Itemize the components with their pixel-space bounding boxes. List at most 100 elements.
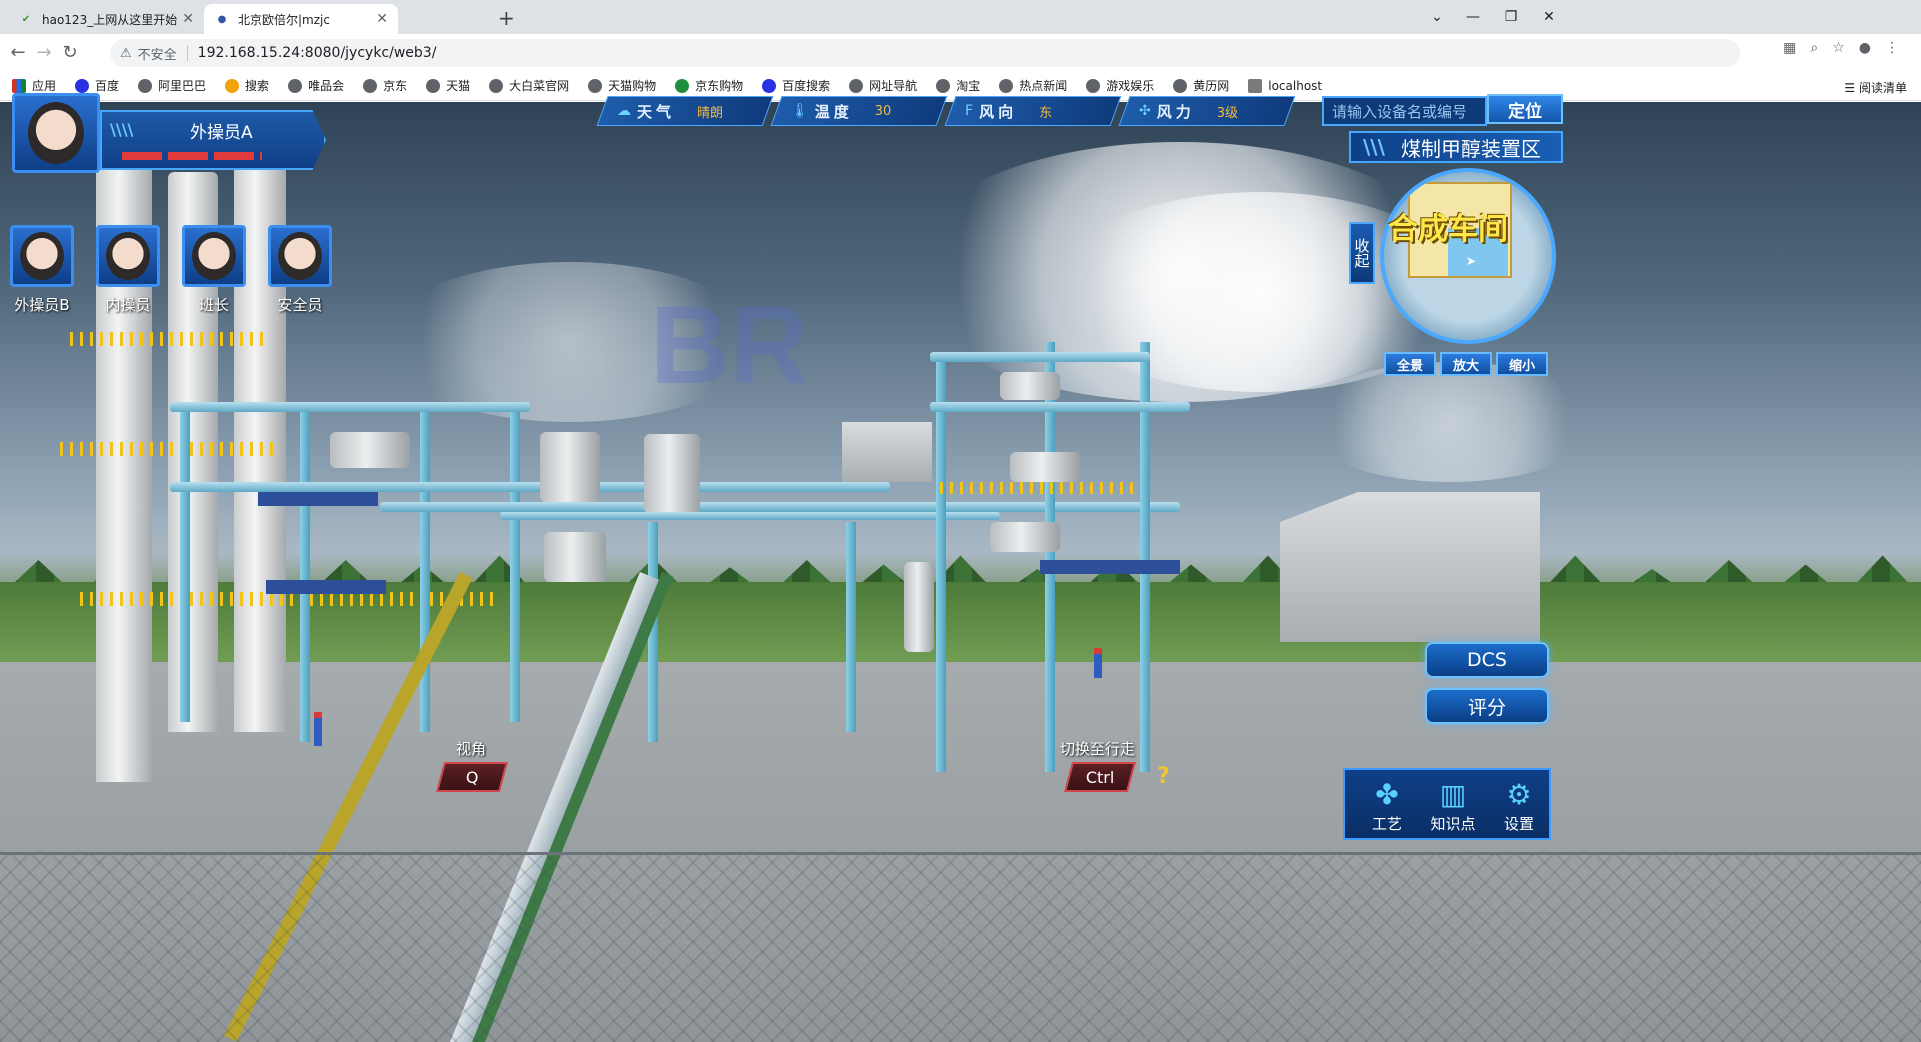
storage-tank[interactable] [644, 434, 700, 514]
team-avatar[interactable] [96, 225, 160, 287]
omnibox[interactable]: ⚠ 不安全 192.168.15.24:8080/jycykc/web3/ [110, 39, 1740, 67]
avatar-face [278, 232, 322, 280]
bookmark-label: 网址导航 [869, 79, 918, 93]
reading-list-icon: ☰ [1844, 81, 1859, 95]
bookmark-jd-shop[interactable]: 京东购物 [675, 77, 743, 94]
bookmark-star-icon[interactable]: ☆ [1832, 40, 1845, 56]
view-label: 视角 [456, 740, 487, 758]
team-member-name: 安全员 [277, 296, 323, 314]
bookmark-tmall[interactable]: 天猫 [426, 77, 470, 94]
device-search-input[interactable]: 请输入设备名或编号 [1322, 96, 1487, 126]
wind-force-icon: ✣ [1139, 103, 1151, 119]
globe-icon [489, 78, 504, 93]
worker-figure[interactable] [314, 712, 322, 746]
bookmark-nav[interactable]: 网址导航 [849, 77, 917, 94]
close-window-icon[interactable]: ✕ [1526, 0, 1572, 34]
bookmark-label: 应用 [32, 79, 57, 93]
bookmark-almanac[interactable]: 黄历网 [1173, 77, 1229, 94]
separator-vessel[interactable] [904, 562, 934, 652]
new-tab-button[interactable]: + [498, 6, 515, 30]
pipe-rack-beam [380, 502, 1180, 512]
more-menu-icon[interactable]: ⋮ [1885, 40, 1899, 56]
team-member-name: 内操员 [105, 296, 151, 314]
browser-tab-hao123[interactable]: ✔ hao123_上网从这里开始 ✕ [8, 4, 204, 34]
menu-label: 设置 [1503, 815, 1534, 833]
wind-direction-panel: F 风向 东 [944, 96, 1122, 126]
menu-label: 工艺 [1371, 815, 1402, 833]
bookmark-label: 热点新闻 [1019, 79, 1068, 93]
player-avatar[interactable] [12, 93, 100, 173]
bookmark-games[interactable]: 游戏娱乐 [1086, 77, 1154, 94]
bookmark-baidu-search[interactable]: 百度搜索 [762, 77, 830, 94]
team-avatar[interactable] [268, 225, 332, 287]
bookmark-alibaba[interactable]: 阿里巴巴 [138, 77, 206, 94]
stripe-icon: \\\\ [110, 120, 134, 139]
score-button[interactable]: 评分 [1425, 688, 1549, 724]
minimap[interactable]: ➤ [1380, 168, 1556, 344]
browser-tab-bar: ✔ hao123_上网从这里开始 ✕ ● 北京欧倍尔|mzjc ✕ + ⌄ — … [0, 0, 1921, 34]
worker-figure[interactable] [1094, 648, 1102, 678]
team-avatar[interactable] [182, 225, 246, 287]
dcs-button[interactable]: DCS [1425, 642, 1549, 678]
settings-menu-button[interactable]: ⚙ 设置 [1487, 770, 1551, 842]
knowledge-menu-button[interactable]: ▥ 知识点 [1421, 770, 1485, 842]
minimap-collapse-button[interactable]: 收起 [1349, 222, 1375, 284]
close-tab-icon[interactable]: ✕ [182, 11, 194, 27]
reading-list-button[interactable]: ☰ 阅读清单 [1844, 79, 1907, 96]
minimap-zoom-in-button[interactable]: 放大 [1440, 352, 1492, 376]
storage-tank[interactable] [540, 432, 600, 502]
browser-tab-obr[interactable]: ● 北京欧倍尔|mzjc ✕ [204, 4, 398, 34]
bookmark-baidu[interactable]: 百度 [75, 77, 119, 94]
account-avatar-icon[interactable]: ● [1859, 40, 1871, 56]
reading-list-label: 阅读清单 [1858, 81, 1907, 95]
compressor-shed[interactable] [1280, 492, 1540, 642]
bookmark-label: 京东 [383, 79, 408, 93]
team-member-name: 外操员B [14, 296, 70, 314]
horizontal-drum[interactable] [990, 522, 1060, 552]
qr-code-icon[interactable]: ▦ [1783, 40, 1796, 56]
knowledge-book-icon: ▥ [1439, 778, 1467, 811]
forward-arrow-icon[interactable]: → [32, 42, 56, 64]
pipe-rack-beam [170, 402, 530, 412]
view-key-button[interactable]: Q [435, 762, 509, 792]
process-menu-button[interactable]: ✤ 工艺 [1355, 770, 1419, 842]
storage-tank[interactable] [544, 532, 606, 582]
bookmark-news[interactable]: 热点新闻 [999, 77, 1067, 94]
help-question-icon[interactable]: ? [1157, 764, 1170, 789]
wind-force-label: 风力 [1156, 102, 1195, 121]
bookmark-taobao[interactable]: 淘宝 [936, 77, 980, 94]
close-tab-icon[interactable]: ✕ [376, 11, 388, 27]
url-text[interactable]: 192.168.15.24:8080/jycykc/web3/ [198, 45, 437, 61]
horizontal-drum[interactable] [1000, 372, 1060, 400]
avatar-face [106, 232, 150, 280]
cloud [1300, 362, 1600, 482]
area-title: \\\ 煤制甲醇装置区 [1349, 131, 1563, 163]
bookmark-apps[interactable]: 应用 [12, 77, 56, 94]
pipe-rack-beam [170, 482, 890, 492]
bookmark-search[interactable]: 搜索 [225, 77, 269, 94]
minimap-zoom-out-button[interactable]: 缩小 [1496, 352, 1548, 376]
player-panel: \\\\ 外操员A [100, 110, 326, 170]
safety-banner [1040, 560, 1180, 574]
steel-column [510, 402, 520, 722]
bookmark-localhost[interactable]: localhost [1248, 78, 1322, 93]
wind-direction-value: 东 [1039, 105, 1053, 121]
horizontal-drum[interactable] [1010, 452, 1080, 482]
bookmark-jd[interactable]: 京东 [363, 77, 407, 94]
bookmark-vip[interactable]: 唯品会 [288, 77, 344, 94]
bookmark-tmall-shop[interactable]: 天猫购物 [588, 77, 656, 94]
weather-panel: ☁ 天气 晴朗 [596, 96, 774, 126]
minimap-panorama-button[interactable]: 全景 [1384, 352, 1436, 376]
temperature-label: 温度 [814, 102, 853, 121]
steel-column [420, 412, 430, 732]
reload-icon[interactable]: ↻ [58, 42, 82, 64]
platform-railing [60, 442, 280, 456]
back-arrow-icon[interactable]: ← [6, 42, 30, 64]
zoom-icon[interactable]: ⌕ [1810, 40, 1818, 56]
team-avatar[interactable] [10, 225, 74, 287]
walk-key-button[interactable]: Ctrl [1063, 762, 1137, 792]
locate-button[interactable]: 定位 [1487, 94, 1563, 124]
player-position-icon: ➤ [1466, 254, 1477, 268]
heat-exchanger[interactable] [330, 432, 410, 468]
bookmark-dabaicai[interactable]: 大白菜官网 [489, 77, 569, 94]
